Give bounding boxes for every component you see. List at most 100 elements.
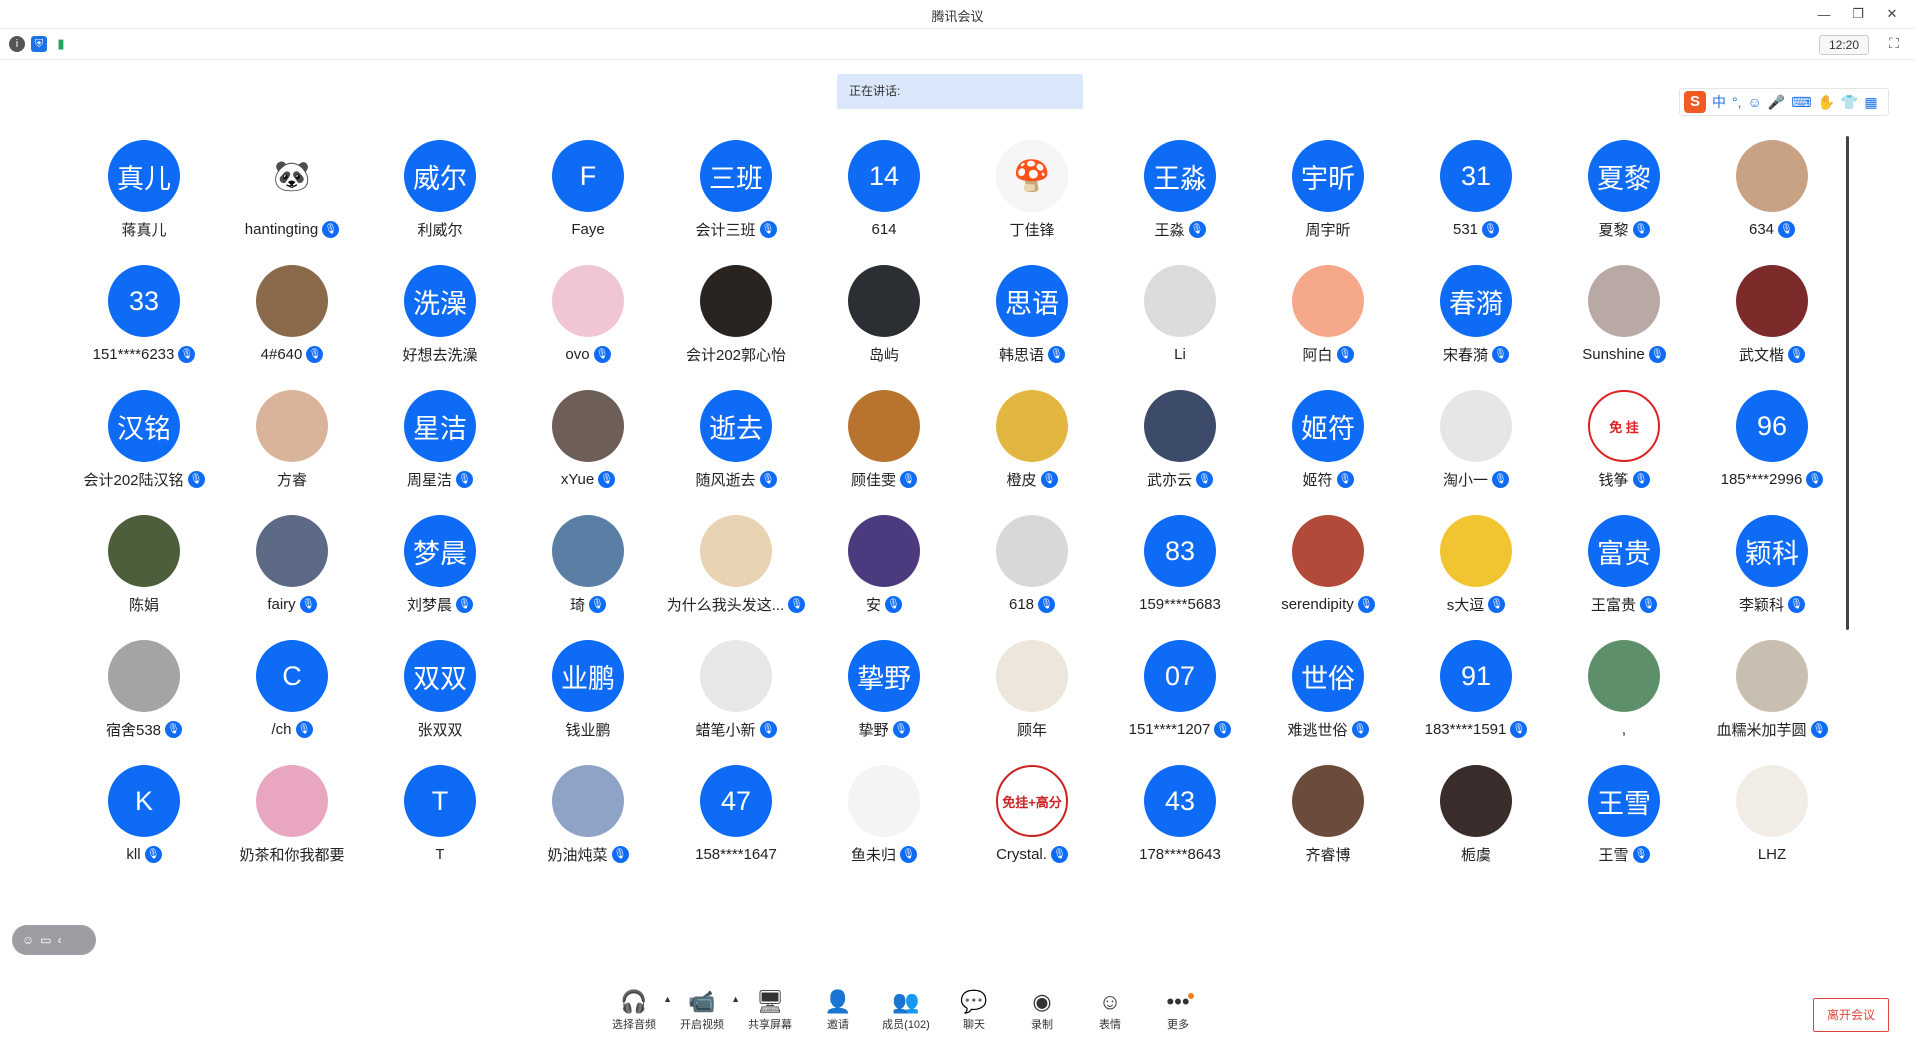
participant-avatar[interactable] bbox=[552, 265, 624, 337]
participant-avatar[interactable]: 🍄 bbox=[996, 140, 1068, 212]
toolbar-button[interactable]: 🖥 共享屏幕 bbox=[736, 990, 804, 1036]
participant-tile[interactable]: 鱼未归 🎙 bbox=[810, 765, 958, 890]
participant-tile[interactable]: 岛屿 bbox=[810, 265, 958, 390]
participant-avatar[interactable]: 43 bbox=[1144, 765, 1216, 837]
toolbar-button[interactable]: 👤 邀请 bbox=[804, 990, 872, 1036]
participant-tile[interactable]: 春漪 宋春漪 🎙 bbox=[1402, 265, 1550, 390]
participant-tile[interactable]: 齐睿博 bbox=[1254, 765, 1402, 890]
participant-tile[interactable]: 威尔 利威尔 bbox=[366, 140, 514, 265]
participant-tile[interactable]: 淘小一 🎙 bbox=[1402, 390, 1550, 515]
participant-avatar[interactable] bbox=[848, 515, 920, 587]
participant-tile[interactable]: 夏黎 夏黎 🎙 bbox=[1550, 140, 1698, 265]
participant-tile[interactable]: 武亦云 🎙 bbox=[1106, 390, 1254, 515]
participant-avatar[interactable]: 免 挂 bbox=[1588, 390, 1660, 462]
participant-avatar[interactable]: 星洁 bbox=[404, 390, 476, 462]
participant-tile[interactable]: 业鹏 钱业鹏 bbox=[514, 640, 662, 765]
participant-avatar[interactable] bbox=[996, 390, 1068, 462]
ime-item[interactable]: 🎤 bbox=[1768, 94, 1785, 111]
participant-avatar[interactable] bbox=[108, 640, 180, 712]
participant-tile[interactable]: s大逗 🎙 bbox=[1402, 515, 1550, 640]
ime-item[interactable]: °, bbox=[1732, 94, 1742, 110]
participant-avatar[interactable]: 91 bbox=[1440, 640, 1512, 712]
participant-avatar[interactable] bbox=[552, 390, 624, 462]
ime-item[interactable]: 中 bbox=[1712, 92, 1726, 112]
participant-tile[interactable]: 富贵 王富贵 🎙 bbox=[1550, 515, 1698, 640]
participant-avatar[interactable]: T bbox=[404, 765, 476, 837]
participant-avatar[interactable]: 逝去 bbox=[700, 390, 772, 462]
participant-tile[interactable]: 挚野 挚野 🎙 bbox=[810, 640, 958, 765]
participant-tile[interactable]: 83 159****5683 bbox=[1106, 515, 1254, 640]
participant-avatar[interactable] bbox=[1144, 390, 1216, 462]
participant-tile[interactable]: 姬符 姬符 🎙 bbox=[1254, 390, 1402, 515]
close-button[interactable]: ✕ bbox=[1875, 2, 1909, 26]
participant-tile[interactable]: 颖科 李颖科 🎙 bbox=[1698, 515, 1846, 640]
participant-tile[interactable]: 31 531 🎙 bbox=[1402, 140, 1550, 265]
participant-tile[interactable]: fairy 🎙 bbox=[218, 515, 366, 640]
toolbar-button[interactable]: ☺ 表情 bbox=[1076, 990, 1144, 1036]
participant-avatar[interactable] bbox=[1588, 265, 1660, 337]
participant-tile[interactable]: 33 151****6233 🎙 bbox=[70, 265, 218, 390]
participant-avatar[interactable]: 世俗 bbox=[1292, 640, 1364, 712]
participant-avatar[interactable] bbox=[848, 390, 920, 462]
participant-tile[interactable]: Li bbox=[1106, 265, 1254, 390]
participant-tile[interactable]: xYue 🎙 bbox=[514, 390, 662, 515]
participant-avatar[interactable] bbox=[1736, 265, 1808, 337]
ime-item[interactable]: ⌨ bbox=[1791, 94, 1811, 111]
participant-tile[interactable]: 蜡笔小新 🎙 bbox=[662, 640, 810, 765]
ime-item[interactable]: ▦ bbox=[1864, 94, 1877, 111]
emoji-icon[interactable]: ☺ bbox=[22, 933, 34, 947]
participant-avatar[interactable] bbox=[1440, 765, 1512, 837]
participant-avatar[interactable] bbox=[256, 390, 328, 462]
participant-tile[interactable]: 宿舍538 🎙 bbox=[70, 640, 218, 765]
participant-avatar[interactable]: 双双 bbox=[404, 640, 476, 712]
participant-tile[interactable]: 618 🎙 bbox=[958, 515, 1106, 640]
participant-avatar[interactable] bbox=[700, 515, 772, 587]
participant-avatar[interactable]: 王雪 bbox=[1588, 765, 1660, 837]
participant-tile[interactable]: 思语 韩思语 🎙 bbox=[958, 265, 1106, 390]
participant-tile[interactable]: 奶油炖菜 🎙 bbox=[514, 765, 662, 890]
participant-tile[interactable]: , bbox=[1550, 640, 1698, 765]
participant-tile[interactable]: 橙皮 🎙 bbox=[958, 390, 1106, 515]
ime-item[interactable]: 👕 bbox=[1841, 94, 1858, 111]
participant-avatar[interactable]: 真儿 bbox=[108, 140, 180, 212]
participant-avatar[interactable]: F bbox=[552, 140, 624, 212]
participant-avatar[interactable]: 96 bbox=[1736, 390, 1808, 462]
participant-avatar[interactable] bbox=[1144, 265, 1216, 337]
participant-tile[interactable]: 真儿 蒋真儿 bbox=[70, 140, 218, 265]
participant-tile[interactable]: 王雪 王雪 🎙 bbox=[1550, 765, 1698, 890]
signal-icon[interactable]: ▮ bbox=[53, 36, 69, 52]
participant-avatar[interactable]: 夏黎 bbox=[1588, 140, 1660, 212]
participant-avatar[interactable]: 业鹏 bbox=[552, 640, 624, 712]
participant-avatar[interactable]: 83 bbox=[1144, 515, 1216, 587]
participant-tile[interactable]: 陈娟 bbox=[70, 515, 218, 640]
participant-tile[interactable]: 三班 会计三班 🎙 bbox=[662, 140, 810, 265]
participant-tile[interactable]: 96 185****2996 🎙 bbox=[1698, 390, 1846, 515]
toolbar-button[interactable]: ◉ 录制 bbox=[1008, 990, 1076, 1036]
participant-avatar[interactable]: 07 bbox=[1144, 640, 1216, 712]
ime-item[interactable]: ☺ bbox=[1748, 94, 1762, 110]
participant-tile[interactable]: 🐼 hantingting 🎙 bbox=[218, 140, 366, 265]
participant-avatar[interactable]: 挚野 bbox=[848, 640, 920, 712]
participant-tile[interactable]: 14 614 bbox=[810, 140, 958, 265]
participant-tile[interactable]: 07 151****1207 🎙 bbox=[1106, 640, 1254, 765]
participant-tile[interactable]: 会计202郭心怡 bbox=[662, 265, 810, 390]
participant-avatar[interactable] bbox=[108, 515, 180, 587]
participant-avatar[interactable] bbox=[848, 765, 920, 837]
participant-avatar[interactable] bbox=[256, 765, 328, 837]
participant-tile[interactable]: 双双 张双双 bbox=[366, 640, 514, 765]
participant-avatar[interactable] bbox=[1440, 515, 1512, 587]
participant-avatar[interactable]: 洗澡 bbox=[404, 265, 476, 337]
participant-tile[interactable]: 奶茶和你我都要 bbox=[218, 765, 366, 890]
participant-tile[interactable]: F Faye bbox=[514, 140, 662, 265]
participant-avatar[interactable]: 33 bbox=[108, 265, 180, 337]
participant-tile[interactable]: 逝去 随风逝去 🎙 bbox=[662, 390, 810, 515]
participant-avatar[interactable] bbox=[1588, 640, 1660, 712]
participant-avatar[interactable] bbox=[1292, 765, 1364, 837]
minimize-button[interactable]: — bbox=[1807, 2, 1841, 26]
participant-tile[interactable]: 免挂+高分 Crystal. 🎙 bbox=[958, 765, 1106, 890]
sogou-logo-icon[interactable]: S bbox=[1684, 91, 1706, 113]
participant-avatar[interactable] bbox=[1292, 265, 1364, 337]
participant-tile[interactable]: 洗澡 好想去洗澡 bbox=[366, 265, 514, 390]
leave-meeting-button[interactable]: 离开会议 bbox=[1813, 998, 1889, 1032]
participant-tile[interactable]: 91 183****1591 🎙 bbox=[1402, 640, 1550, 765]
